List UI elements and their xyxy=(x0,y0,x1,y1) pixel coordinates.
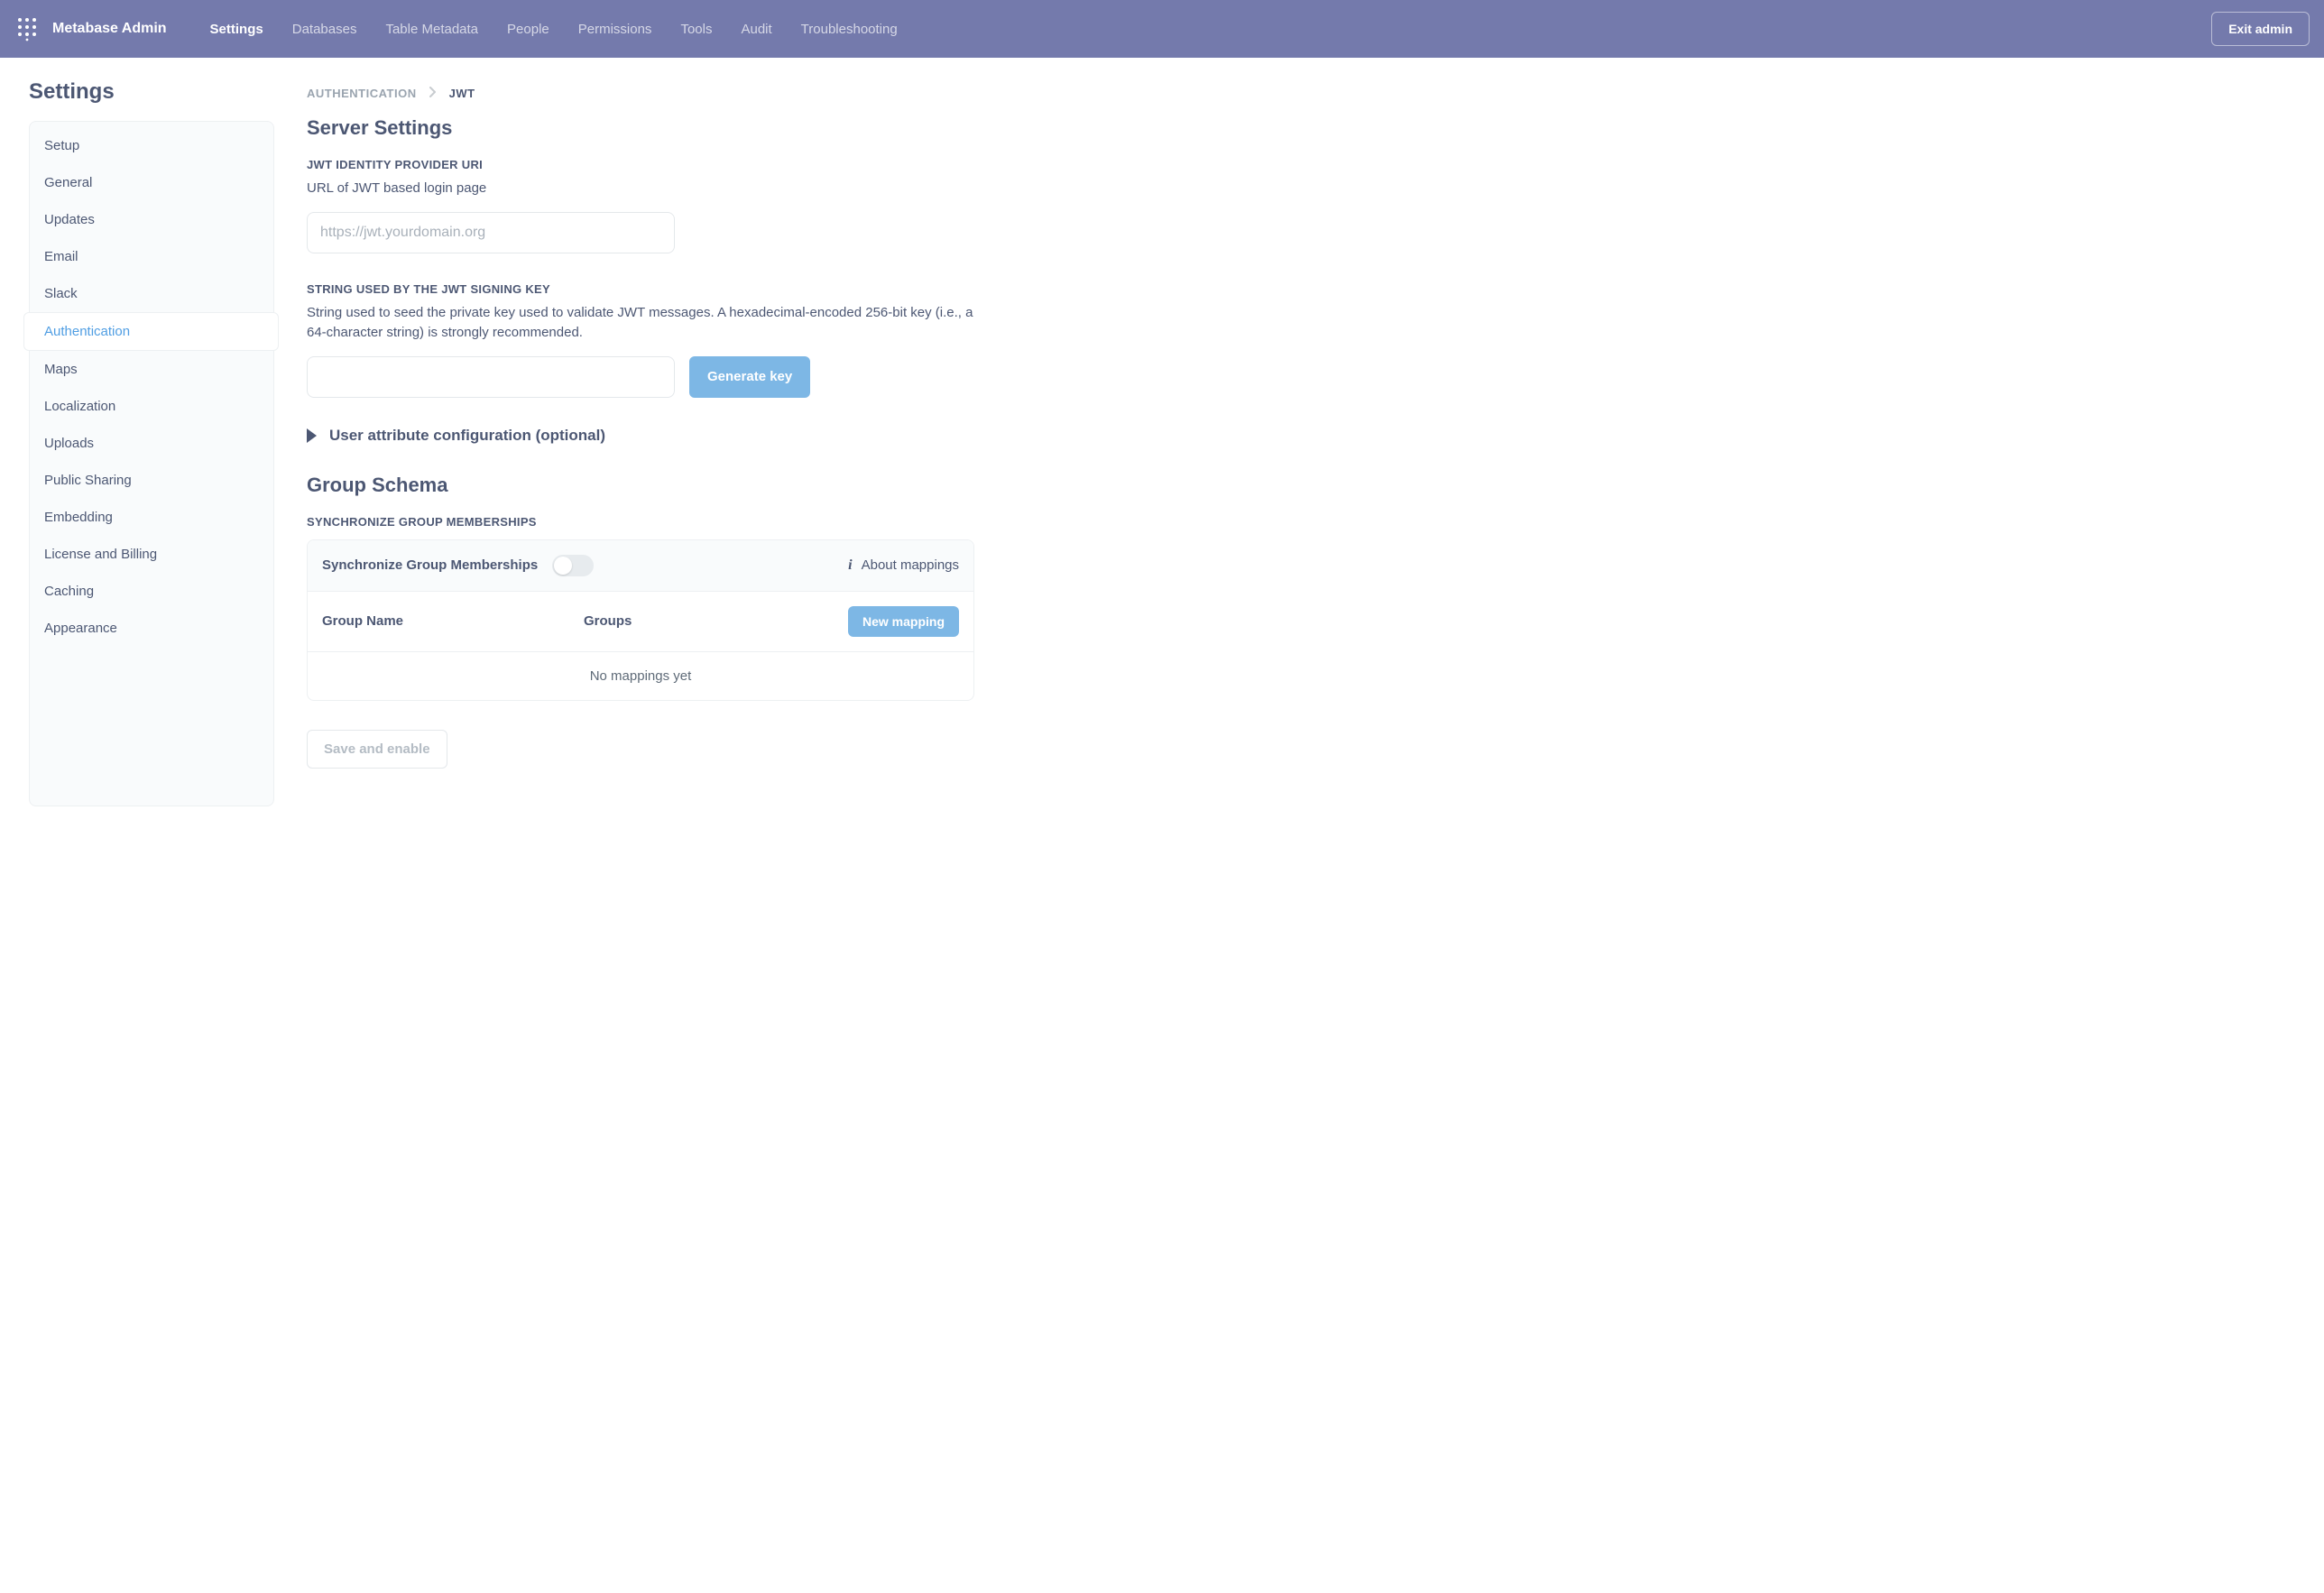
mappings-empty: No mappings yet xyxy=(308,651,973,700)
top-nav-item-audit[interactable]: Audit xyxy=(741,22,771,37)
breadcrumb-current: JWT xyxy=(449,87,475,100)
sidebar-item-caching[interactable]: Caching xyxy=(30,573,273,610)
sidebar-item-public-sharing[interactable]: Public Sharing xyxy=(30,462,273,499)
top-nav-item-table-metadata[interactable]: Table Metadata xyxy=(385,22,478,37)
sync-toggle-label: Synchronize Group Memberships xyxy=(322,557,538,573)
sidebar-item-authentication[interactable]: Authentication xyxy=(23,312,279,351)
about-mappings-label: About mappings xyxy=(862,557,959,573)
signing-key-desc: String used to seed the private key used… xyxy=(307,303,974,344)
save-and-enable-button[interactable]: Save and enable xyxy=(307,730,447,769)
sidebar-item-slack[interactable]: Slack xyxy=(30,275,273,312)
sidebar-item-maps[interactable]: Maps xyxy=(30,351,273,388)
top-nav-item-settings[interactable]: Settings xyxy=(210,22,263,37)
sidebar-item-appearance[interactable]: Appearance xyxy=(30,610,273,647)
col-group-name: Group Name xyxy=(322,613,584,629)
exit-admin-button[interactable]: Exit admin xyxy=(2211,12,2310,46)
top-nav-items: Settings Databases Table Metadata People Per… xyxy=(210,22,2212,37)
admin-top-nav: Metabase Admin Settings Databases Table Me… xyxy=(0,0,2324,58)
about-mappings-link[interactable]: i About mappings xyxy=(848,557,959,574)
breadcrumb-parent[interactable]: AUTHENTICATION xyxy=(307,87,417,100)
metabase-logo-icon xyxy=(14,16,40,41)
triangle-right-icon xyxy=(307,428,317,443)
group-schema-heading: Group Schema xyxy=(307,474,974,497)
top-nav-item-tools[interactable]: Tools xyxy=(680,22,712,37)
settings-sidebar: SetupGeneralUpdatesEmailSlackAuthenticat… xyxy=(29,121,274,806)
server-settings-heading: Server Settings xyxy=(307,116,974,140)
jwt-uri-label: JWT IDENTITY PROVIDER URI xyxy=(307,158,974,171)
signing-key-label: STRING USED BY THE JWT SIGNING KEY xyxy=(307,282,974,296)
chevron-right-icon xyxy=(429,87,437,100)
sidebar-item-uploads[interactable]: Uploads xyxy=(30,425,273,462)
sidebar-item-email[interactable]: Email xyxy=(30,238,273,275)
sidebar-item-setup[interactable]: Setup xyxy=(30,127,273,164)
generate-key-button[interactable]: Generate key xyxy=(689,356,810,398)
top-nav-item-permissions[interactable]: Permissions xyxy=(578,22,652,37)
col-groups: Groups xyxy=(584,613,632,629)
jwt-uri-input[interactable] xyxy=(307,212,675,253)
new-mapping-button[interactable]: New mapping xyxy=(848,606,959,637)
sidebar-item-general[interactable]: General xyxy=(30,164,273,201)
disclosure-label: User attribute configuration (optional) xyxy=(329,427,605,445)
top-nav-item-troubleshooting[interactable]: Troubleshooting xyxy=(801,22,898,37)
top-nav-item-people[interactable]: People xyxy=(507,22,549,37)
sidebar-item-license-and-billing[interactable]: License and Billing xyxy=(30,536,273,573)
main-content: AUTHENTICATION JWT Server Settings JWT I… xyxy=(307,79,974,806)
group-memberships-box: Synchronize Group Memberships i About ma… xyxy=(307,539,974,701)
breadcrumb: AUTHENTICATION JWT xyxy=(307,87,974,100)
signing-key-input[interactable] xyxy=(307,356,675,398)
sync-section-label: SYNCHRONIZE GROUP MEMBERSHIPS xyxy=(307,515,974,529)
page-title: Settings xyxy=(29,79,274,105)
sidebar-item-updates[interactable]: Updates xyxy=(30,201,273,238)
jwt-uri-desc: URL of JWT based login page xyxy=(307,179,974,199)
user-attribute-disclosure[interactable]: User attribute configuration (optional) xyxy=(307,427,974,445)
sidebar-item-embedding[interactable]: Embedding xyxy=(30,499,273,536)
sidebar-item-localization[interactable]: Localization xyxy=(30,388,273,425)
info-icon: i xyxy=(848,557,852,574)
sync-toggle[interactable] xyxy=(552,555,594,576)
brand-title: Metabase Admin xyxy=(52,21,167,37)
top-nav-item-databases[interactable]: Databases xyxy=(292,22,357,37)
